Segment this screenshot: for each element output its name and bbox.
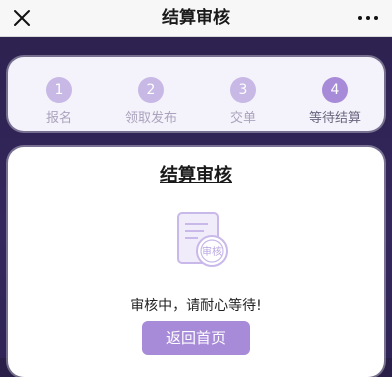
step-number: 4 (322, 77, 348, 103)
step-label: 领取发布 (124, 111, 177, 126)
step-submit: 3 交单 (198, 57, 288, 131)
review-card: 结算审核 审核 审核中，请耐心等待! 返回首页 (8, 147, 384, 377)
step-label: 交单 (229, 111, 256, 126)
navigation-bar: 结算审核 (0, 0, 392, 37)
page-title: 结算审核 (162, 8, 230, 28)
step-await-settlement: 4 等待结算 (290, 57, 380, 131)
step-claim-publish: 2 领取发布 (106, 57, 196, 131)
content-area: 1 报名 2 领取发布 3 交单 4 等待结算 结算审核 审核 审核中，请耐心等… (0, 37, 392, 377)
stamp-text: 审核 (202, 245, 222, 258)
step-label: 报名 (45, 111, 72, 126)
progress-steps: 1 报名 2 领取发布 3 交单 4 等待结算 (8, 57, 384, 131)
back-home-button[interactable]: 返回首页 (142, 321, 250, 355)
step-label: 等待结算 (308, 111, 361, 126)
review-document-icon: 审核 (177, 212, 228, 267)
step-number: 2 (138, 77, 164, 103)
step-signup: 1 报名 (14, 57, 104, 131)
more-icon[interactable] (356, 12, 380, 24)
card-title: 结算审核 (160, 165, 232, 186)
status-message: 审核中，请耐心等待! (130, 298, 262, 314)
step-number: 3 (230, 77, 256, 103)
step-number: 1 (46, 77, 72, 103)
